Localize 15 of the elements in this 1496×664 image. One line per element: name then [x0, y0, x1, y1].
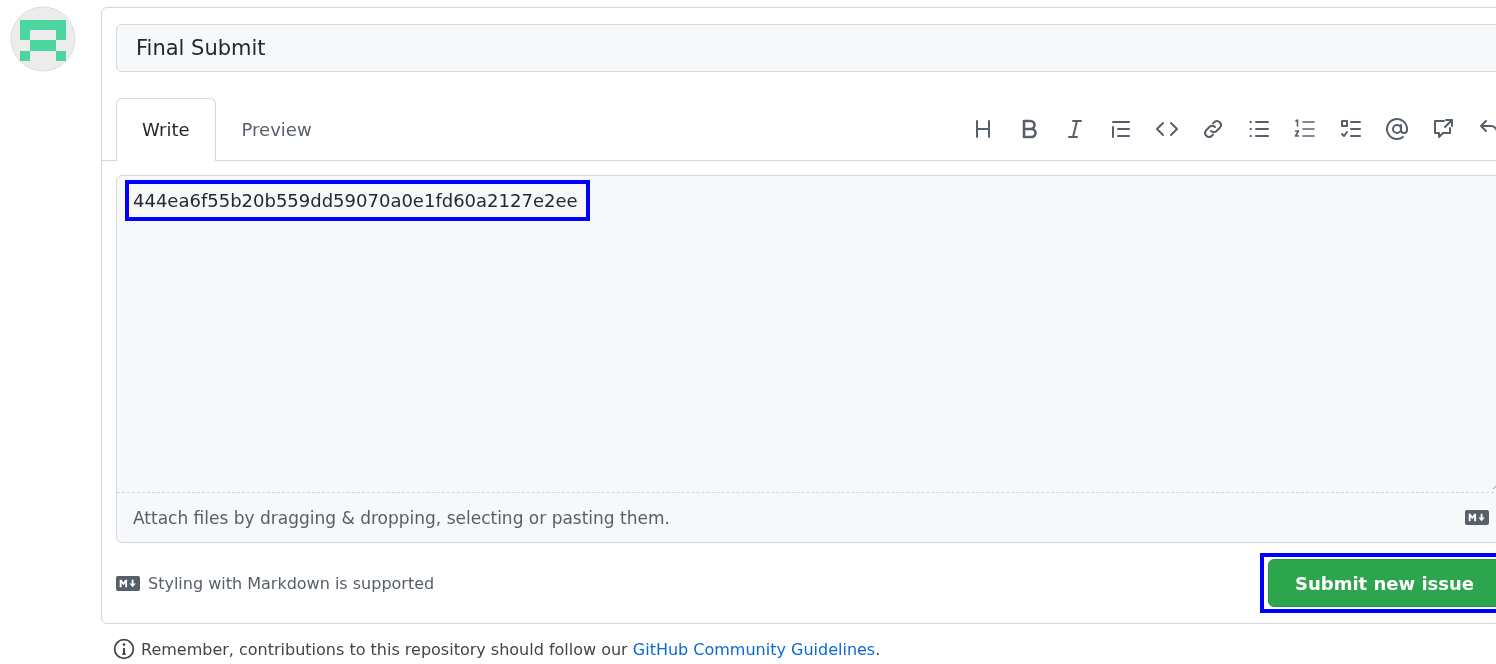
- guidelines-link[interactable]: GitHub Community Guidelines: [632, 639, 876, 659]
- editor-tab[interactable]: Preview: [215, 97, 338, 161]
- markdown-icon: [116, 575, 140, 591]
- info-icon: [113, 638, 135, 660]
- comment-textarea[interactable]: 444ea6f55b20b559dd59070a0e1fd60a2127e2ee: [117, 175, 1496, 493]
- guidelines-note: Remember, contributions to this repository should follow our GitHub Community Guidelines.: [141, 639, 881, 659]
- markdown-icon: [1465, 510, 1489, 525]
- reference-icon[interactable]: [1431, 116, 1455, 141]
- comment-text: 444ea6f55b20b559dd59070a0e1fd60a2127e2ee: [125, 179, 590, 221]
- avatar: [10, 6, 76, 72]
- attach-hint: Attach files by dragging & dropping, selecting or pasting them.: [133, 507, 670, 528]
- title-field[interactable]: Final Submit: [116, 24, 1496, 72]
- markdown-note: Styling with Markdown is supported: [148, 573, 435, 593]
- mention-icon[interactable]: [1385, 116, 1409, 141]
- editor-tab[interactable]: Write: [116, 97, 216, 161]
